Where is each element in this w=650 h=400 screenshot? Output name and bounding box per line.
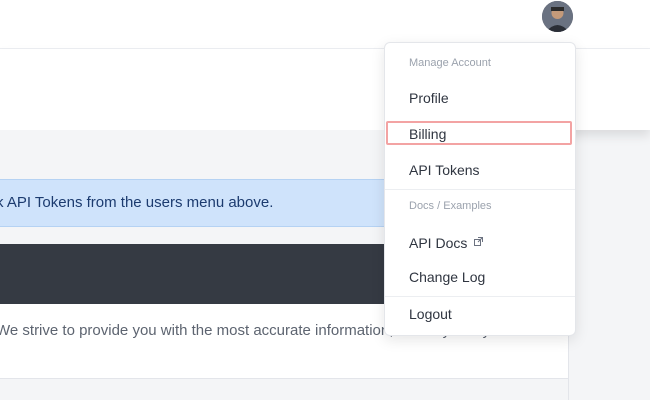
menu-item-api-docs-label: API Docs: [409, 235, 468, 251]
menu-item-logout[interactable]: Logout: [409, 306, 452, 322]
info-alert: k API Tokens from the users menu above.: [0, 179, 420, 227]
section-header-docs-examples: Docs / Examples: [409, 200, 492, 212]
user-menu-dropdown: Manage Account Profile Billing API Token…: [384, 42, 576, 336]
info-alert-text: k API Tokens from the users menu above.: [0, 194, 274, 211]
avatar-image: [542, 1, 573, 32]
menu-divider: [385, 189, 575, 190]
section-header-manage-account: Manage Account: [409, 57, 491, 69]
menu-item-profile[interactable]: Profile: [409, 90, 449, 106]
menu-item-billing[interactable]: Billing: [386, 121, 572, 145]
avatar[interactable]: [542, 1, 573, 32]
menu-item-change-log[interactable]: Change Log: [409, 269, 485, 285]
menu-item-billing-label: Billing: [409, 126, 447, 142]
menu-item-api-docs[interactable]: API Docs: [409, 233, 484, 251]
menu-item-api-tokens[interactable]: API Tokens: [409, 162, 480, 178]
menu-divider: [385, 296, 575, 297]
external-link-icon: [474, 233, 484, 249]
